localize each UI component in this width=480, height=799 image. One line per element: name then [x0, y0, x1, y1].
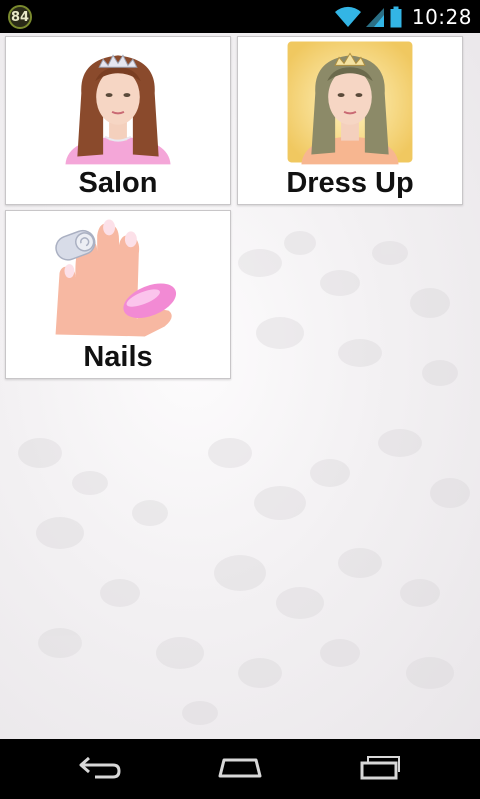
tile-dress-up[interactable]: Dress Up: [237, 36, 463, 205]
nails-hand-icon: [55, 219, 177, 337]
recent-apps-icon: [358, 754, 402, 785]
notification-badge: 84: [8, 5, 32, 29]
status-icons: 10:28: [334, 0, 480, 33]
wifi-icon: [334, 6, 362, 28]
tile-nails[interactable]: Nails: [5, 210, 231, 379]
home-icon: [216, 755, 264, 784]
status-bar: 84 10:28: [0, 0, 480, 33]
navigation-bar: [0, 739, 480, 799]
battery-icon: [390, 6, 402, 28]
tile-label-nails: Nails: [83, 341, 153, 373]
clock: 10:28: [411, 4, 472, 29]
tile-label-dress-up: Dress Up: [286, 167, 414, 199]
home-button[interactable]: [210, 751, 270, 787]
back-button[interactable]: [70, 751, 130, 787]
tile-label-salon: Salon: [78, 167, 158, 199]
main-content: Salon Dress Up Nails: [0, 33, 480, 739]
back-icon: [77, 755, 123, 784]
recent-apps-button[interactable]: [350, 751, 410, 787]
dressup-girl-icon: [287, 41, 413, 165]
salon-girl-icon: [65, 54, 171, 165]
tile-salon[interactable]: Salon: [5, 36, 231, 205]
signal-icon: [365, 6, 385, 28]
